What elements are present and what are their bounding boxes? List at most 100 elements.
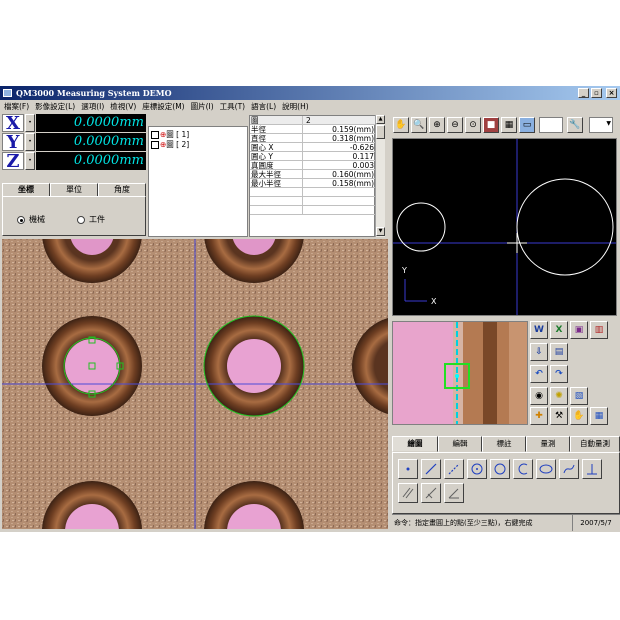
y-zero-button[interactable]: • bbox=[25, 133, 35, 151]
zoom-out-icon[interactable]: ⊖ bbox=[447, 117, 463, 133]
table-icon[interactable]: ▦ bbox=[590, 407, 608, 425]
menu-view[interactable]: 檢視(V) bbox=[110, 102, 136, 111]
menu-file[interactable]: 檔案(F) bbox=[4, 102, 29, 111]
column-divider bbox=[302, 116, 303, 125]
x-value: 0.0000mm bbox=[36, 114, 146, 132]
zoom-fit-icon[interactable]: ⊙ bbox=[465, 117, 481, 133]
zoom-in-icon[interactable]: ⊕ bbox=[429, 117, 445, 133]
app-icon bbox=[3, 89, 12, 97]
light-icon[interactable]: ✺ bbox=[550, 387, 568, 405]
erase-icon[interactable]: ■ bbox=[483, 117, 499, 133]
edge-magnifier bbox=[392, 321, 528, 425]
window-icon[interactable]: ▭ bbox=[519, 117, 535, 133]
ucs-y-label: Y bbox=[401, 266, 407, 275]
machine-label: 機械 bbox=[29, 215, 45, 224]
property-row-empty bbox=[250, 206, 376, 215]
menu-options[interactable]: 選項(I) bbox=[81, 102, 104, 111]
statistics-icon[interactable]: ▥ bbox=[590, 321, 608, 339]
perpendicular-tool-icon[interactable] bbox=[582, 459, 602, 479]
zoom-icon[interactable]: 🔍 bbox=[411, 117, 427, 133]
tab-annotate[interactable]: 標註 bbox=[482, 436, 526, 452]
workpiece-radio[interactable] bbox=[77, 216, 85, 224]
y-axis-label: Y bbox=[2, 133, 24, 152]
property-value: 0.160(mm) bbox=[332, 170, 374, 179]
color-combo[interactable] bbox=[539, 117, 563, 133]
tab-edit[interactable]: 編輯 bbox=[438, 436, 482, 452]
window-title: QM3000 Measuring System DEMO bbox=[16, 88, 172, 98]
cad-canvas: Y X bbox=[393, 139, 616, 315]
column-divider bbox=[302, 134, 303, 143]
close-button[interactable]: × bbox=[606, 88, 617, 98]
maximize-button[interactable]: ▫ bbox=[591, 88, 602, 98]
tab-draw[interactable]: 繪圖 bbox=[392, 436, 438, 452]
column-divider bbox=[302, 170, 303, 179]
scroll-up-icon[interactable]: ▲ bbox=[376, 115, 385, 124]
multi-point-line-icon[interactable] bbox=[444, 459, 464, 479]
point-tool-icon[interactable] bbox=[398, 459, 418, 479]
excel-export-icon[interactable]: X bbox=[550, 321, 568, 339]
option-combo[interactable]: ▼ bbox=[589, 117, 613, 133]
tab-angle[interactable]: 角度 bbox=[98, 183, 146, 197]
parallel-lines-icon[interactable] bbox=[398, 483, 418, 503]
menu-language[interactable]: 語言(L) bbox=[251, 102, 276, 111]
x-zero-button[interactable]: • bbox=[25, 114, 35, 132]
menu-bar: 檔案(F) 影像設定(L) 選項(I) 檢視(V) 座標設定(M) 圖片(I) 工具(T) 語… bbox=[0, 100, 620, 113]
scroll-thumb[interactable] bbox=[376, 125, 385, 139]
offset-line-icon[interactable] bbox=[421, 483, 441, 503]
view-toolbar: ✋ 🔍 ⊕ ⊖ ⊙ ■ ▦ ▭ 🔧 ▼ bbox=[391, 115, 620, 135]
properties-scrollbar[interactable]: ▲ ▼ bbox=[375, 115, 385, 237]
z-zero-button[interactable]: • bbox=[25, 152, 35, 170]
wrench-icon[interactable]: 🔧 bbox=[567, 117, 583, 133]
workpiece-label: 工件 bbox=[89, 215, 105, 224]
origin-icon[interactable]: ✚ bbox=[530, 407, 548, 425]
scroll-down-icon[interactable]: ▼ bbox=[376, 227, 385, 236]
x-axis-label: X bbox=[2, 114, 24, 133]
menu-help[interactable]: 說明(H) bbox=[282, 102, 309, 111]
circle-3pt-icon[interactable] bbox=[490, 459, 510, 479]
camera-icon[interactable]: ◉ bbox=[530, 387, 548, 405]
property-name: 最小半徑 bbox=[251, 179, 281, 188]
tab-units[interactable]: 單位 bbox=[50, 183, 98, 197]
minimize-button[interactable]: _ bbox=[578, 88, 589, 98]
undo-icon[interactable]: ↶ bbox=[530, 365, 548, 383]
report-icon[interactable]: ▤ bbox=[550, 343, 568, 361]
arc-tool-icon[interactable] bbox=[513, 459, 533, 479]
ucs-x-label: X bbox=[431, 297, 437, 306]
tab-coordinates[interactable]: 坐標 bbox=[2, 183, 50, 197]
save-icon[interactable]: ▣ bbox=[570, 321, 588, 339]
pan-hand-icon[interactable]: ✋ bbox=[393, 117, 409, 133]
cad-view[interactable]: Y X bbox=[392, 138, 617, 316]
tree-item-label: 圖 [ 1] bbox=[166, 130, 190, 139]
header-name: 圖 bbox=[251, 116, 259, 125]
hammer-icon[interactable]: ⚒ bbox=[550, 407, 568, 425]
line-tool-icon[interactable] bbox=[421, 459, 441, 479]
menu-picture[interactable]: 圖片(I) bbox=[191, 102, 214, 111]
menu-coordinate-settings[interactable]: 座標設定(M) bbox=[142, 102, 184, 111]
function-tabs: 繪圖 編輯 標註 量測 自動量測 bbox=[392, 436, 620, 452]
tab-auto-measure[interactable]: 自動量測 bbox=[570, 436, 620, 452]
camera-view[interactable] bbox=[2, 239, 388, 529]
z-axis-label: Z bbox=[2, 152, 24, 171]
angle-tool-icon[interactable] bbox=[444, 483, 464, 503]
grid-icon[interactable]: ▦ bbox=[501, 117, 517, 133]
checkbox-icon[interactable] bbox=[151, 141, 159, 149]
ellipse-tool-icon[interactable] bbox=[536, 459, 556, 479]
chevron-down-icon: ▼ bbox=[606, 120, 611, 127]
hand-icon[interactable]: ✋ bbox=[570, 407, 588, 425]
redo-icon[interactable]: ↷ bbox=[550, 365, 568, 383]
coord-tabs: 坐標 單位 角度 bbox=[2, 183, 146, 197]
import-icon[interactable]: ⇩ bbox=[530, 343, 548, 361]
tab-measure[interactable]: 量測 bbox=[526, 436, 570, 452]
spline-tool-icon[interactable] bbox=[559, 459, 579, 479]
menu-image-settings[interactable]: 影像設定(L) bbox=[35, 102, 75, 111]
column-divider bbox=[302, 125, 303, 134]
word-export-icon[interactable]: W bbox=[530, 321, 548, 339]
menu-tools[interactable]: 工具(T) bbox=[220, 102, 245, 111]
command-prompt: 命令：指定畫圓上的點(至少三點)，右鍵完成 bbox=[394, 519, 533, 527]
machine-radio[interactable] bbox=[17, 216, 25, 224]
image-icon[interactable]: ▧ bbox=[570, 387, 588, 405]
checkbox-icon[interactable] bbox=[151, 131, 159, 139]
column-divider bbox=[302, 143, 303, 152]
tree-item[interactable]: ⊕圖 [ 2] bbox=[151, 139, 189, 150]
circle-center-icon[interactable] bbox=[467, 459, 487, 479]
